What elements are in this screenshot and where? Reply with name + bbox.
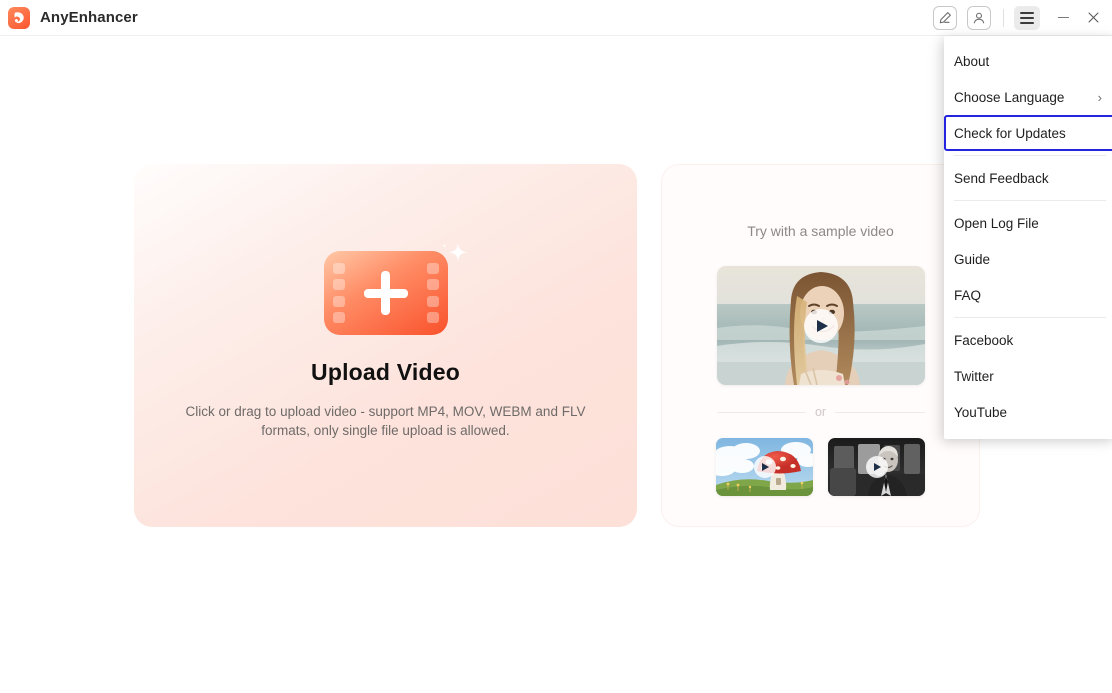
- titlebar-divider: [1003, 8, 1004, 27]
- upload-video-dropzone[interactable]: Upload Video Click or drag to upload vid…: [134, 164, 637, 527]
- menu-item-about[interactable]: About: [944, 43, 1112, 79]
- anyenhancer-logo-icon: [8, 6, 30, 29]
- menu-item-label: Send Feedback: [954, 170, 1049, 186]
- close-icon[interactable]: [1078, 3, 1108, 33]
- play-icon[interactable]: [865, 456, 888, 478]
- app-brand: AnyEnhancer: [0, 6, 138, 29]
- or-divider: or: [716, 405, 925, 419]
- mushroom-house-sample-video[interactable]: [716, 438, 813, 496]
- sparkle-icon: [441, 243, 467, 262]
- main-dropdown-menu: About Choose Language › Check for Updates Se…: [944, 36, 1112, 439]
- play-icon[interactable]: [753, 456, 776, 478]
- sample-video-featured-thumbnail[interactable]: [716, 266, 925, 385]
- hamburger-menu-icon[interactable]: [1014, 5, 1040, 30]
- menu-item-label: FAQ: [954, 287, 982, 303]
- menu-item-open-log-file[interactable]: Open Log File: [944, 205, 1112, 241]
- upload-video-title: Upload Video: [311, 359, 460, 385]
- user-account-icon[interactable]: [967, 5, 991, 30]
- chevron-right-icon: ›: [1097, 89, 1102, 105]
- menu-item-label: Guide: [954, 251, 991, 267]
- menu-item-faq[interactable]: FAQ: [944, 277, 1112, 313]
- menu-item-label: Choose Language: [954, 89, 1065, 105]
- menu-divider: [954, 155, 1106, 156]
- or-label: or: [814, 405, 827, 419]
- film-strip-plus-icon: [323, 243, 467, 335]
- menu-item-youtube[interactable]: YouTube: [944, 394, 1112, 430]
- sample-thumbnail-row: [716, 438, 925, 496]
- menu-divider: [954, 317, 1106, 318]
- menu-item-label: Check for Updates: [954, 125, 1066, 141]
- minimize-icon[interactable]: [1048, 3, 1078, 33]
- menu-item-twitter[interactable]: Twitter: [944, 358, 1112, 394]
- menu-item-label: About: [954, 53, 990, 69]
- titlebar-controls: [933, 0, 1112, 36]
- sample-video-card: Try with a sample video or: [661, 164, 980, 527]
- menu-item-choose-language[interactable]: Choose Language ›: [944, 79, 1112, 115]
- menu-item-send-feedback[interactable]: Send Feedback: [944, 160, 1112, 196]
- menu-item-label: YouTube: [954, 404, 1008, 420]
- play-icon[interactable]: [803, 308, 838, 343]
- pen-edit-icon[interactable]: [933, 5, 957, 30]
- title-bar: AnyEnhancer: [0, 0, 1112, 36]
- sample-video-title: Try with a sample video: [747, 223, 894, 239]
- upload-video-description: Click or drag to upload video - support …: [185, 404, 586, 438]
- app-title: AnyEnhancer: [40, 9, 138, 26]
- menu-item-label: Twitter: [954, 368, 994, 384]
- menu-item-label: Open Log File: [954, 215, 1039, 231]
- menu-item-label: Facebook: [954, 332, 1014, 348]
- menu-divider: [954, 200, 1106, 201]
- menu-item-facebook[interactable]: Facebook: [944, 322, 1112, 358]
- menu-item-guide[interactable]: Guide: [944, 241, 1112, 277]
- vintage-bw-man-sample-video[interactable]: [828, 438, 925, 496]
- menu-item-check-for-updates[interactable]: Check for Updates: [944, 115, 1112, 151]
